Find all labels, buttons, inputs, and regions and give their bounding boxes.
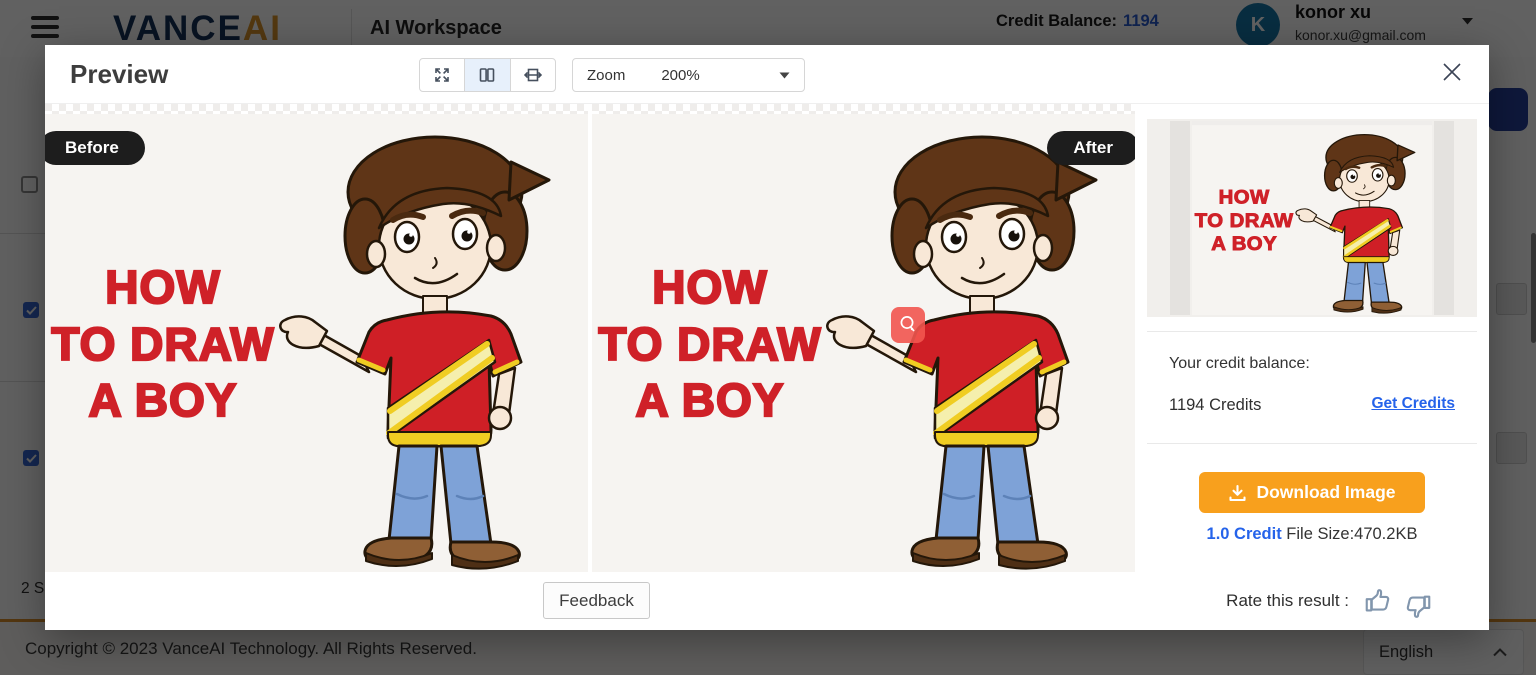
after-image-pane[interactable]: After <box>592 104 1135 573</box>
credit-balance-value: 1194 Credits <box>1169 396 1261 415</box>
slider-view-button[interactable] <box>510 59 555 91</box>
result-side-panel: Your credit balance: 1194 Credits Get Cr… <box>1135 104 1489 573</box>
thumbnail-letterbox <box>1434 121 1454 315</box>
compare-area: Before After Your credit b <box>45 103 1489 572</box>
panel-divider <box>1147 443 1477 444</box>
download-image-button[interactable]: Download Image <box>1199 472 1425 513</box>
preview-modal: Preview Zoom 200% Befo <box>45 45 1489 630</box>
zoom-value: 200% <box>661 67 699 84</box>
after-badge: After <box>1047 131 1135 165</box>
thumbnail-letterbox <box>1170 121 1190 315</box>
credit-cost: 1.0 Credit <box>1207 525 1282 543</box>
panel-divider <box>1147 331 1477 332</box>
view-mode-switcher <box>419 58 556 92</box>
chevron-down-icon <box>779 72 790 79</box>
fullscreen-icon <box>433 66 451 84</box>
rate-result-group: Rate this result : <box>1226 572 1433 630</box>
get-credits-link[interactable]: Get Credits <box>1371 395 1455 413</box>
slider-view-icon <box>524 66 542 84</box>
zoom-handle[interactable] <box>891 307 925 343</box>
split-view-button[interactable] <box>464 59 509 91</box>
magnifier-icon <box>898 314 918 336</box>
before-badge: Before <box>45 131 145 165</box>
modal-title: Preview <box>70 59 168 90</box>
close-button[interactable] <box>1437 57 1467 87</box>
fullscreen-view-button[interactable] <box>420 59 464 91</box>
download-icon <box>1228 484 1247 502</box>
file-size: File Size:470.2KB <box>1282 525 1418 543</box>
download-button-label: Download Image <box>1256 482 1395 503</box>
thumbs-down-icon <box>1403 591 1433 621</box>
before-image-pane[interactable]: Before <box>45 104 588 573</box>
close-icon <box>1442 62 1462 82</box>
zoom-label: Zoom <box>587 67 625 84</box>
thumbnail-image <box>1192 121 1432 315</box>
thumbs-up-icon <box>1363 586 1393 616</box>
credit-balance-label: Your credit balance: <box>1169 355 1310 373</box>
modal-footer: Feedback Rate this result : <box>45 572 1489 630</box>
split-view-icon <box>478 66 496 84</box>
result-thumbnail[interactable] <box>1147 119 1477 317</box>
thumbs-up-button[interactable] <box>1363 586 1393 616</box>
thumbs-down-button[interactable] <box>1403 591 1433 621</box>
rate-label: Rate this result : <box>1226 591 1349 611</box>
download-cost-line: 1.0 Credit File Size:470.2KB <box>1135 525 1489 544</box>
feedback-button[interactable]: Feedback <box>543 582 650 619</box>
zoom-dropdown[interactable]: Zoom 200% <box>572 58 805 92</box>
